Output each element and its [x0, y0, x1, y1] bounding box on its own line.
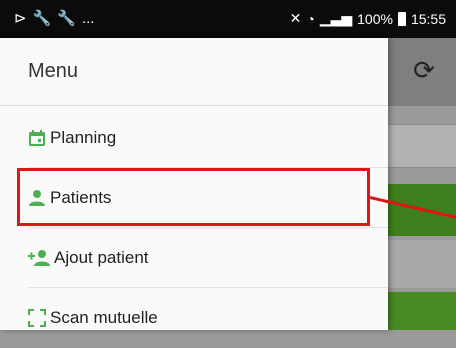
battery-icon	[397, 11, 406, 26]
scan-icon	[28, 309, 46, 327]
refresh-icon[interactable]: ⟳	[410, 56, 438, 84]
drawer-title: Menu	[0, 38, 388, 106]
status-time: 15:55	[410, 10, 446, 27]
signal-icon: ▁▃▅	[319, 10, 353, 26]
background-card	[385, 124, 456, 168]
status-bar: ⊳ 🔧 🔧 ... ✕ ◔ ▁▃▅ 100% 15:55	[0, 0, 456, 38]
menu-item-ajout-patient[interactable]: Ajout patient	[0, 228, 388, 288]
status-right: ✕ ◔ ▁▃▅ 100% 15:55	[290, 10, 446, 27]
menu-item-label: Ajout patient	[54, 248, 149, 267]
battery-percent: 100%	[357, 10, 393, 27]
calendar-icon	[28, 129, 46, 147]
mute-icon: ✕	[289, 10, 302, 26]
background-grey-row	[386, 240, 456, 288]
status-overflow: ...	[81, 10, 95, 27]
highlight-box	[17, 168, 370, 226]
add-person-icon	[28, 249, 50, 267]
mail-plane-icon: ⊳	[14, 10, 27, 27]
menu-item-scan-mutuelle[interactable]: Scan mutuelle	[0, 288, 388, 348]
wifi-icon: ◔	[306, 10, 315, 27]
background-green-row	[386, 292, 456, 330]
status-left-icons: ⊳ 🔧 🔧 ...	[14, 10, 94, 28]
menu-item-label: Scan mutuelle	[50, 308, 158, 327]
wrench-icon: 🔧	[57, 10, 76, 27]
wrench-icon: 🔧	[32, 10, 52, 27]
menu-item-planning[interactable]: Planning	[0, 108, 388, 168]
menu-item-label: Planning	[50, 128, 117, 147]
